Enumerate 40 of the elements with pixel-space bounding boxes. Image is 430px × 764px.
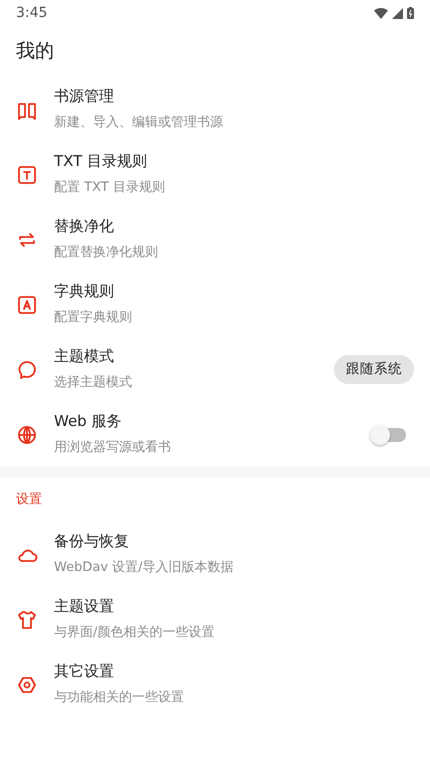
item-title: Web 服务	[54, 412, 122, 432]
item-subtitle: 新建、导入、编辑或管理书源	[54, 114, 224, 132]
theme-mode-chip[interactable]: 跟随系统	[334, 355, 414, 384]
settings-item[interactable]: 主题模式 选择主题模式 跟随系统	[0, 337, 430, 402]
item-subtitle: 配置 TXT 目录规则	[54, 180, 166, 197]
item-subtitle: 与功能相关的一些设置	[54, 690, 185, 707]
settings-item[interactable]: 替换净化 配置替换净化规则	[0, 207, 430, 272]
a-box-icon	[16, 294, 38, 316]
item-title: 书源管理	[54, 87, 115, 107]
wifi-icon	[374, 8, 388, 18]
item-subtitle: WebDav 设置/导入旧版本数据	[54, 560, 235, 577]
signal-icon	[392, 8, 403, 18]
item-subtitle: 配置字典规则	[54, 310, 133, 327]
settings-item[interactable]: 主题设置 与界面/颜色相关的一些设置	[0, 587, 430, 652]
item-subtitle: 选择主题模式	[54, 374, 133, 392]
shirt-icon	[16, 608, 38, 630]
item-title: 其它设置	[54, 662, 115, 682]
settings-item[interactable]: 其它设置 与功能相关的一些设置	[0, 652, 430, 717]
item-subtitle: 与界面/颜色相关的一些设置	[54, 624, 216, 642]
clock-time: 3:45	[16, 4, 48, 22]
speech-bubble-icon	[16, 358, 38, 380]
settings-item[interactable]: 书源管理 新建、导入、编辑或管理书源	[0, 77, 430, 142]
item-title: 替换净化	[54, 217, 115, 237]
settings-item[interactable]: 备份与恢复 WebDav 设置/导入旧版本数据	[0, 522, 430, 587]
settings-item[interactable]: Web 服务 用浏览器写源或看书	[0, 402, 430, 467]
item-title: 主题设置	[54, 597, 115, 617]
section-heading: 设置	[16, 490, 42, 509]
item-title: 主题模式	[54, 347, 115, 367]
page-title: 我的	[16, 39, 54, 64]
item-subtitle: 用浏览器写源或看书	[54, 440, 172, 457]
settings-item[interactable]: TXT 目录规则 配置 TXT 目录规则	[0, 142, 430, 207]
t-box-icon	[16, 164, 38, 186]
item-title: TXT 目录规则	[54, 152, 148, 172]
item-subtitle: 配置替换净化规则	[54, 244, 159, 262]
settings-item[interactable]: 字典规则 配置字典规则	[0, 272, 430, 337]
item-title: 备份与恢复	[54, 532, 130, 552]
toggle-switch[interactable]	[368, 422, 408, 446]
item-title: 字典规则	[54, 282, 115, 302]
globe-icon	[16, 424, 38, 446]
battery-icon	[407, 7, 414, 19]
